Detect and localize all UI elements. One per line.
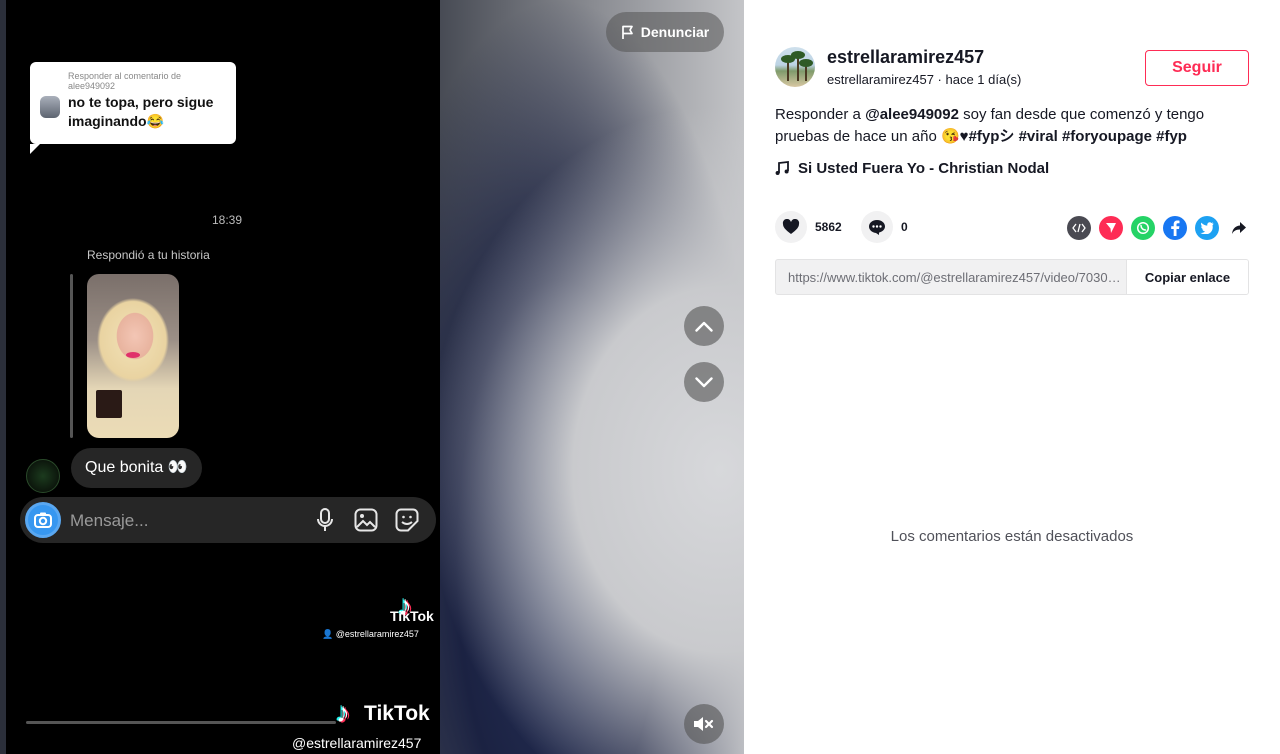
comments-disabled-notice: Los comentarios están desactivados	[890, 528, 1134, 545]
reply-meta: Responder al comentario de alee949092	[68, 71, 182, 91]
microphone-icon	[312, 507, 338, 533]
video-description: Responder a @alee949092 soy fan desde qu…	[775, 106, 1205, 145]
comment-reply-sticker: Responder al comentario de alee949092 no…	[30, 62, 236, 154]
chat-message: Que bonita 👀	[71, 448, 202, 488]
bottom-watermark-user: @estrellaramirez457	[292, 735, 422, 751]
sticker-icon	[394, 507, 420, 533]
like-count: 5862	[815, 220, 842, 234]
bottom-watermark-brand: TikTok	[364, 702, 430, 725]
heart-icon	[775, 211, 807, 243]
chat-story-note: Respondió a tu historia	[87, 248, 210, 262]
tiktok-logo-icon-bottom: ♪	[336, 697, 350, 728]
watermark-brand: TikTok	[390, 608, 434, 624]
gallery-icon	[353, 507, 379, 533]
music-note-icon	[775, 161, 789, 175]
mention-link[interactable]: @alee949092	[865, 106, 959, 123]
video-details-panel: estrellaramirez457 estrellaramirez457 · …	[744, 0, 1280, 754]
share-arrow-icon[interactable]	[1227, 216, 1251, 240]
video-frame[interactable]: Responder al comentario de alee949092 no…	[6, 0, 440, 754]
song-link[interactable]: Si Usted Fuera Yo - Christian Nodal	[775, 160, 1049, 177]
chat-message-input: Mensaje...	[20, 497, 436, 543]
chat-avatar	[26, 459, 60, 493]
chevron-up-icon	[695, 321, 713, 332]
mute-button[interactable]	[684, 704, 724, 744]
camera-icon	[25, 502, 61, 538]
story-thumbnail	[87, 274, 179, 438]
song-title: Si Usted Fuera Yo - Christian Nodal	[798, 160, 1050, 177]
chevron-down-icon	[695, 376, 713, 387]
twitter-icon[interactable]	[1195, 216, 1219, 240]
flag-icon	[621, 25, 633, 39]
report-label: Denunciar	[640, 24, 710, 40]
reply-avatar	[40, 96, 60, 118]
muted-speaker-icon	[694, 717, 714, 731]
story-detail	[126, 352, 140, 358]
author-username[interactable]: estrellaramirez457	[827, 47, 984, 68]
next-video-button[interactable]	[684, 362, 724, 402]
comment-count: 0	[901, 220, 908, 234]
comment-icon	[861, 211, 893, 243]
like-button[interactable]: 5862	[775, 211, 842, 243]
user-icon: 👤	[322, 629, 336, 639]
reply-text: no te topa, pero sigue imaginando😂	[68, 94, 214, 129]
author-avatar[interactable]	[775, 47, 815, 87]
hashtag-links[interactable]: #fypシ #viral #foryoupage #fyp	[969, 128, 1187, 145]
story-quote-line	[70, 274, 73, 438]
video-player[interactable]: Responder al comentario de alee949092 no…	[0, 0, 744, 754]
previous-video-button[interactable]	[684, 306, 724, 346]
embed-icon[interactable]	[1067, 216, 1091, 240]
story-mini-thumbnail	[96, 390, 122, 418]
facebook-icon[interactable]	[1163, 216, 1187, 240]
video-link-field[interactable]: https://www.tiktok.com/@estrellaramirez4…	[775, 259, 1249, 295]
follow-button[interactable]: Seguir	[1145, 50, 1249, 86]
video-link-url[interactable]: https://www.tiktok.com/@estrellaramirez4…	[788, 270, 1126, 285]
whatsapp-icon[interactable]	[1131, 216, 1155, 240]
author-subline: estrellaramirez457 · hace 1 día(s)	[827, 72, 1022, 87]
chat-input-placeholder: Mensaje...	[70, 511, 149, 530]
chat-time: 18:39	[212, 213, 243, 227]
watermark-user: 👤 @estrellaramirez457	[322, 629, 419, 639]
video-progress-bar[interactable]	[26, 721, 336, 724]
copy-link-button[interactable]: Copiar enlace	[1126, 260, 1248, 294]
comment-button[interactable]: 0	[861, 211, 908, 243]
send-icon[interactable]	[1099, 216, 1123, 240]
report-button[interactable]: Denunciar	[606, 12, 724, 52]
